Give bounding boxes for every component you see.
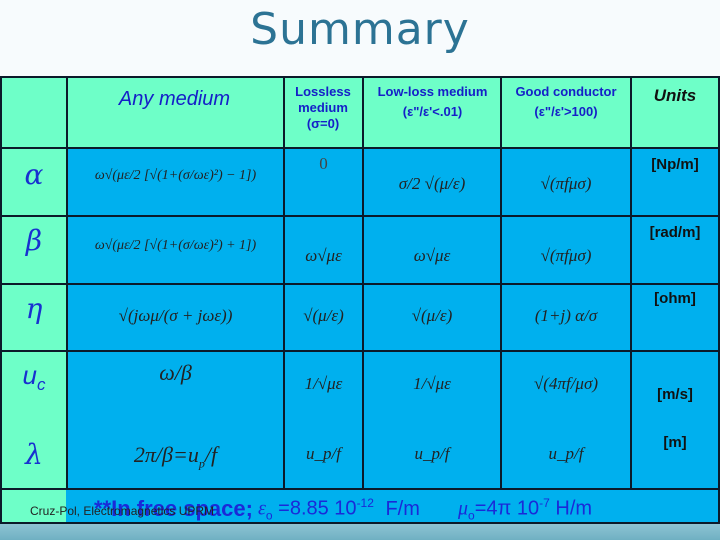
symbol-eta: η: [25, 292, 43, 325]
formula-alpha-any: ω√(με/2 [√(1+(σ/ωε)²) − 1]): [94, 168, 257, 183]
formula-alpha-lowloss: σ/2 √(μ/ε): [398, 174, 466, 193]
header-low-loss-line1: Low-loss medium: [377, 84, 488, 99]
mu-constant: μo=4π 10-7 H/m: [458, 496, 592, 523]
formula-eta-lossless: √(μ/ε): [303, 306, 344, 325]
unit-eta: [ohm]: [654, 290, 696, 307]
grid-line: [630, 78, 632, 488]
header-lossless-line2: medium: [298, 100, 348, 115]
formula-lambda-any-tail: /f: [204, 442, 218, 467]
header-lossless-line1: Lossless: [295, 84, 351, 99]
mu-unit: H/m: [555, 497, 593, 520]
formula-eta-any: √(jωμ/(σ + jωε)): [118, 306, 233, 325]
mu-exponent: -7: [539, 496, 550, 510]
formula-lambda-any: 2π/β=up/f: [68, 442, 283, 471]
formula-alpha-good: √(πfμσ): [540, 174, 592, 193]
unit-lambda: [m]: [663, 434, 687, 451]
credit-text: Cruz-Pol, Electromagnetics UPRM: [30, 504, 215, 518]
formula-alpha-lossless: 0: [319, 154, 328, 173]
formula-eta-lowloss: √(μ/ε): [411, 306, 453, 325]
epsilon-exponent: -12: [356, 496, 374, 510]
grid-line: [500, 78, 502, 488]
grid-line: [66, 78, 68, 488]
formula-uc-any: ω/β: [159, 360, 192, 385]
symbol-u: u: [22, 360, 37, 390]
epsilon-constant: εo =8.85 10-12 F/m: [258, 496, 420, 523]
grid-line: [362, 78, 364, 488]
unit-alpha: [Np/m]: [651, 156, 699, 173]
header-any-medium: Any medium: [118, 88, 231, 110]
unit-beta: [rad/m]: [649, 224, 701, 241]
header-good-conductor: Good conductor (ε"/ε'>100): [502, 84, 630, 120]
unit-uc: [m/s]: [657, 386, 693, 403]
symbol-u-subscript: c: [36, 375, 46, 395]
header-good-conductor-line1: Good conductor: [515, 84, 617, 99]
mu-subscript: o: [468, 508, 475, 523]
formula-lambda-any-main: 2π/β=u: [133, 442, 199, 467]
epsilon-value: =8.85 10: [278, 497, 357, 520]
mu-value: =4π 10: [474, 497, 540, 520]
symbol-beta: β: [25, 224, 43, 257]
header-good-conductor-line2: (ε"/ε'>100): [534, 104, 598, 119]
grid-line: [2, 147, 718, 149]
formula-eta-good: (1+j) α/σ: [534, 306, 598, 325]
formula-beta-lowloss: ω√με: [413, 246, 451, 265]
epsilon-subscript: o: [265, 508, 273, 523]
header-lossless-line3: (σ=0): [306, 116, 340, 131]
header-units: Units: [653, 86, 697, 105]
symbol-alpha: α: [24, 158, 44, 191]
summary-table: Any medium Lossless medium (σ=0) Low-los…: [0, 76, 720, 524]
formula-lambda-lossless: u_p/f: [306, 444, 341, 463]
grid-line: [2, 488, 718, 490]
formula-lambda-good: u_p/f: [548, 444, 584, 463]
formula-uc-good: √(4πf/μσ): [533, 374, 599, 393]
formula-uc-lowloss: 1/√με: [413, 374, 451, 393]
mu-symbol: μ: [458, 497, 469, 520]
epsilon-unit: F/m: [385, 497, 420, 520]
formula-beta-lossless: ω√με: [305, 246, 342, 265]
symbol-phase-velocity: uc: [2, 360, 66, 395]
symbol-lambda: λ: [25, 438, 43, 471]
formula-beta-any: ω√(με/2 [√(1+(σ/ωε)²) + 1]): [94, 238, 257, 253]
grid-line: [2, 350, 718, 352]
grid-line: [2, 283, 718, 285]
header-lossless: Lossless medium (σ=0): [284, 84, 362, 132]
grid-line: [2, 215, 718, 217]
epsilon-symbol: ε: [258, 497, 266, 520]
formula-lambda-lowloss: u_p/f: [414, 444, 450, 463]
formula-uc-lossless: 1/√με: [304, 374, 343, 393]
formula-beta-good: √(πfμσ): [540, 246, 592, 265]
page-title: Summary: [250, 4, 470, 55]
header-low-loss-line2: (ε"/ε'<.01): [402, 104, 463, 119]
grid-line: [283, 78, 285, 488]
header-low-loss: Low-loss medium (ε"/ε'<.01): [364, 84, 501, 120]
